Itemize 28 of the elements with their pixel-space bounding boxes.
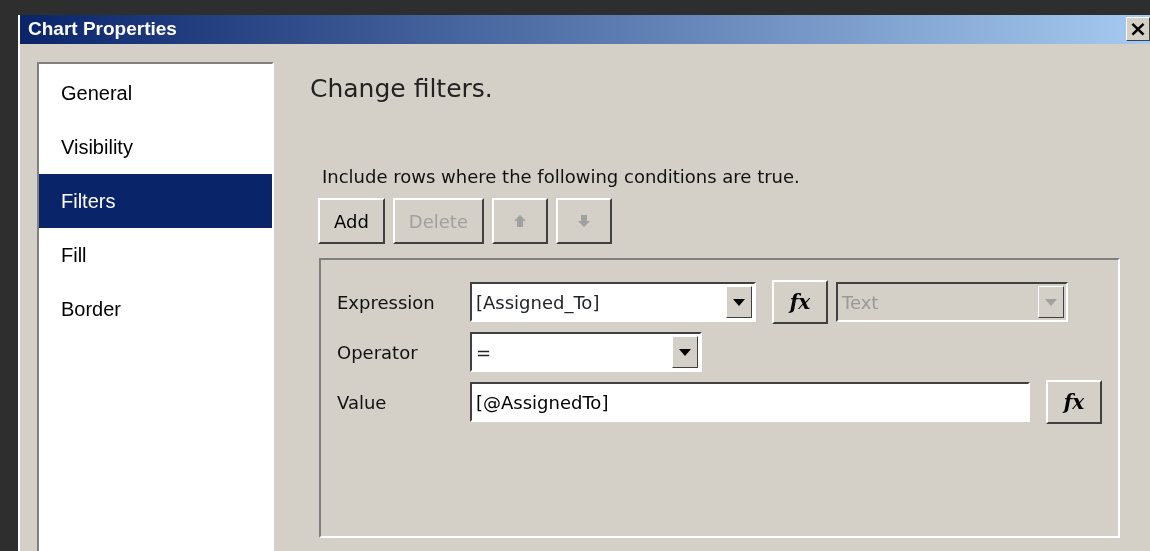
- instruction-text: Include rows where the following conditions are true.: [322, 165, 801, 189]
- field-value: [Assigned_To]: [476, 290, 600, 316]
- caret-icon: [733, 298, 745, 306]
- function-button[interactable]: fx: [1046, 380, 1102, 424]
- field-label: Value: [337, 390, 388, 415]
- field-label: Operator: [337, 340, 419, 365]
- value-field[interactable]: [@AssignedTo]: [470, 382, 1030, 422]
- caret-icon: [1045, 298, 1057, 306]
- sidebar-item[interactable]: Border: [39, 281, 272, 336]
- sidebar-item[interactable]: Visibility: [39, 119, 272, 174]
- sidebar-item[interactable]: Filters: [39, 173, 272, 228]
- function-button[interactable]: fx: [772, 280, 828, 324]
- operator-combo[interactable]: =: [470, 332, 702, 372]
- dropdown-button[interactable]: [672, 336, 698, 368]
- window-title: Chart Properties: [28, 17, 177, 41]
- field-value: =: [476, 340, 492, 365]
- page-heading: Change filters.: [310, 72, 494, 105]
- arrow-down-icon: [577, 214, 591, 228]
- dropdown-button[interactable]: [726, 286, 752, 318]
- caret-icon: [679, 348, 691, 356]
- expression-combo[interactable]: [Assigned_To]: [470, 282, 756, 322]
- field-value: Text: [842, 290, 879, 315]
- close-button[interactable]: ×: [1126, 17, 1150, 42]
- sidebar-item[interactable]: Fill: [39, 227, 272, 282]
- sidebar-item[interactable]: General: [39, 65, 272, 120]
- field-label: Expression: [337, 290, 436, 315]
- toolbar-button[interactable]: Add: [318, 198, 385, 244]
- arrow-up-icon: [513, 214, 527, 228]
